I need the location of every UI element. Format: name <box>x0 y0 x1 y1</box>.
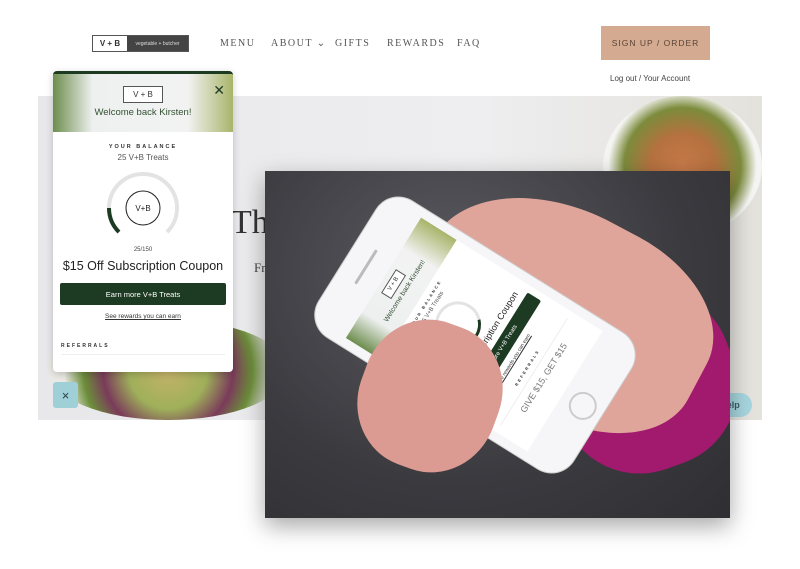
signup-order-button[interactable]: SIGN UP / ORDER <box>601 26 710 60</box>
ring-logo: V+B <box>135 204 150 213</box>
hero-title: Th <box>231 204 269 241</box>
progress-count: 25/150 <box>133 247 153 253</box>
progress-ring: V+B <box>104 169 182 247</box>
site-logo[interactable]: V + Bvegetable + butcher <box>92 35 189 52</box>
home-button <box>563 386 603 426</box>
see-rewards-link[interactable]: See rewards you can earn <box>53 313 233 320</box>
rewards-widget: V + B Welcome back Kirsten! ✕ YOUR BALAN… <box>53 71 233 372</box>
referrals-label: REFERRALS <box>61 343 225 355</box>
close-icon[interactable]: ✕ <box>213 82 225 99</box>
widget-header: V + B Welcome back Kirsten! ✕ <box>53 74 233 132</box>
nav-menu[interactable]: MENU <box>220 38 255 49</box>
hero-subtitle: Fr <box>254 260 266 275</box>
phone-speaker <box>354 249 378 285</box>
launcher-close-button[interactable]: × <box>53 382 78 408</box>
logo-name: vegetable + butcher <box>127 36 188 51</box>
nav-faq[interactable]: FAQ <box>457 38 481 49</box>
widget-logo: V + B <box>123 86 163 103</box>
nav-about[interactable]: ABOUT ⌄ <box>271 38 327 49</box>
reward-title: $15 Off Subscription Coupon <box>62 259 224 273</box>
nav-rewards[interactable]: REWARDS <box>387 38 445 49</box>
nav-gifts[interactable]: GIFTS <box>335 38 370 49</box>
welcome-text: Welcome back Kirsten! <box>94 107 192 118</box>
balance-label: YOUR BALANCE <box>108 144 178 150</box>
logo-mark: V + B <box>93 36 127 51</box>
balance-value: 25 V+B Treats <box>117 153 169 162</box>
earn-more-button[interactable]: Earn more V+B Treats <box>60 283 226 305</box>
phone-photo: V + B Welcome back Kirsten! YOUR BALANCE… <box>265 171 730 518</box>
account-link[interactable]: Log out / Your Account <box>610 74 690 83</box>
